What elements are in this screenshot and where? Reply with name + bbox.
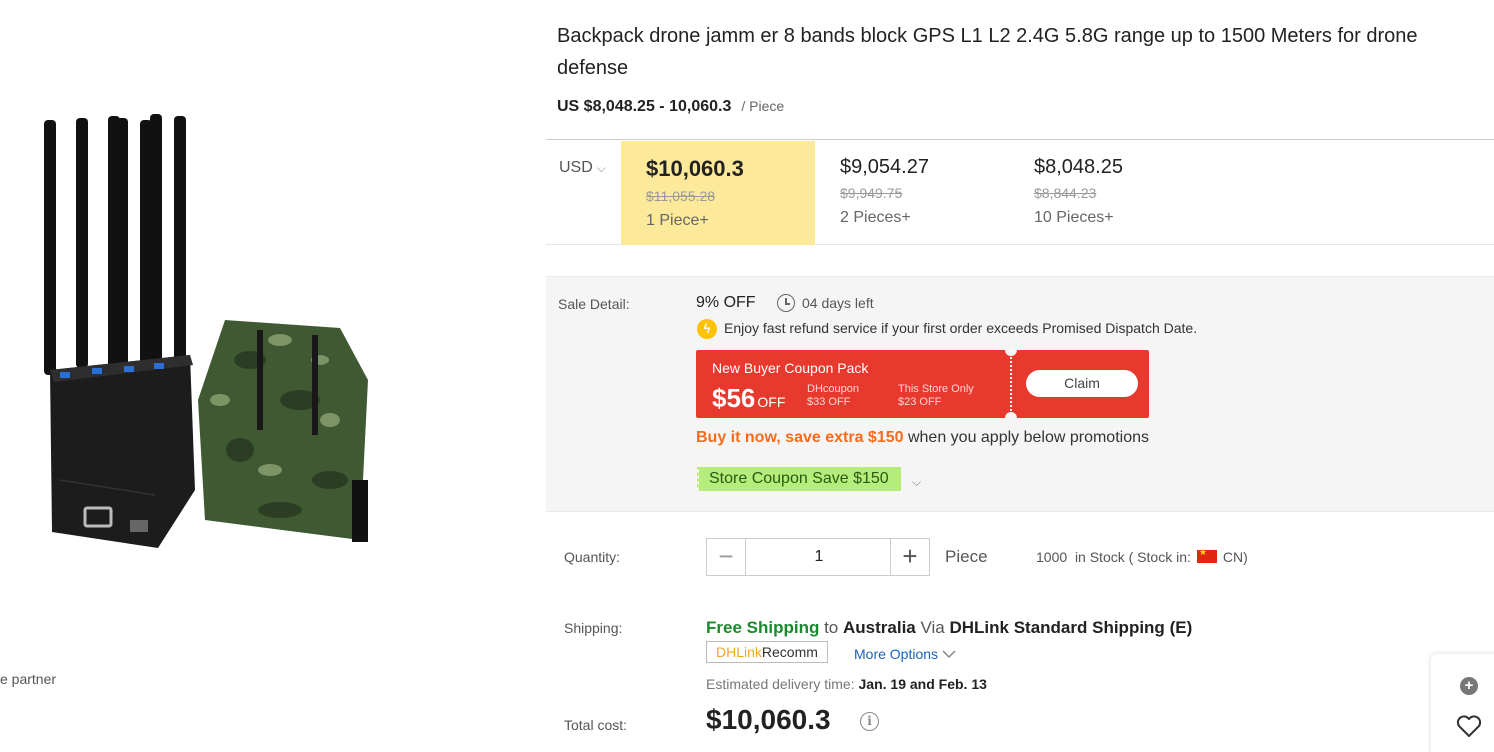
price-tier-table: USD ⌵ $10,060.3 $11,055.28 1 Piece+ $9,05… [546, 139, 1494, 245]
info-icon[interactable]: i [860, 712, 879, 731]
store-only-label: This Store Only [898, 383, 974, 395]
coupon-title: New Buyer Coupon Pack [712, 360, 869, 376]
shipping-country[interactable]: Australia [843, 618, 916, 637]
product-image[interactable] [30, 100, 390, 560]
stock-info: 1000 in Stock ( Stock in: CN) [1036, 547, 1248, 565]
more-options-link[interactable]: More Options [854, 646, 956, 662]
tier-quantity: 10 Pieces+ [1034, 209, 1114, 226]
chevron-down-icon: ⌵ [596, 161, 606, 175]
delivery-label: Estimated delivery time: [706, 676, 855, 692]
quantity-unit: Piece [945, 547, 988, 566]
dhlink-recomm-tag: DHLinkRecomm [706, 641, 828, 663]
coupon-amount: $56 OFF [712, 383, 785, 414]
coupon-off: OFF [757, 394, 786, 410]
shipping-to: to [824, 618, 839, 637]
promo-prefix: Buy it now, save extra [696, 429, 864, 446]
price-range: US $8,048.25 - 10,060.3 / Piece [557, 98, 784, 116]
tier-price: $9,054.27 [840, 156, 929, 178]
promo-amount: $150 [867, 429, 904, 446]
cn-flag-icon [1196, 547, 1217, 563]
promo-suffix: when you apply below promotions [907, 429, 1149, 446]
tag-rest: Recomm [761, 644, 818, 660]
dh-coupon-value: $33 OFF [807, 396, 851, 408]
coupon-divider [1010, 350, 1012, 418]
stock-count: 1000 [1036, 549, 1068, 565]
quantity-stepper: − + [706, 538, 930, 576]
total-cost-value: $10,060.3 [706, 704, 831, 735]
chevron-down-icon [942, 650, 956, 659]
tier-price: $8,048.25 [1034, 156, 1123, 178]
quantity-input[interactable] [747, 539, 891, 575]
tier-price: $10,060.3 [646, 156, 744, 181]
currency-label: USD [559, 159, 593, 176]
quantity-label: Quantity: [564, 549, 621, 565]
stock-text: in Stock ( Stock in: [1074, 549, 1191, 565]
total-cost-label: Total cost: [564, 717, 628, 733]
floating-action-panel: + [1431, 654, 1494, 752]
sale-detail-label: Sale Detail: [558, 296, 630, 312]
delivery-from: Jan. 19 [858, 676, 906, 692]
plus-circle-icon[interactable]: + [1460, 677, 1478, 695]
more-options-label: More Options [854, 646, 939, 662]
shipping-label: Shipping: [564, 620, 623, 636]
days-left: 04 days left [802, 295, 874, 311]
increase-button[interactable]: + [890, 539, 929, 575]
new-buyer-coupon: New Buyer Coupon Pack $56 OFF DHcoupon $3… [696, 344, 1149, 424]
decrease-button[interactable]: − [707, 539, 746, 575]
heart-icon[interactable] [1456, 714, 1482, 738]
shipping-code: (E) [1169, 618, 1193, 637]
delivery-and: and [909, 676, 935, 692]
coupon-notch [1005, 412, 1017, 424]
chevron-down-icon[interactable]: ⌵ [912, 475, 921, 490]
tier-1[interactable]: $10,060.3 $11,055.28 1 Piece+ [621, 141, 815, 245]
refund-notice: Enjoy fast refund service if your first … [724, 320, 1198, 336]
store-only-value: $23 OFF [898, 396, 942, 408]
shipping-method[interactable]: DHLink Standard Shipping [949, 618, 1164, 637]
tier-quantity: 2 Pieces+ [840, 209, 911, 226]
coupon-amount-value: $56 [712, 383, 756, 413]
currency-selector[interactable]: USD ⌵ [559, 159, 606, 177]
price-range-value: US $8,048.25 - 10,060.3 [557, 98, 732, 115]
dh-coupon-label: DHcoupon [807, 383, 859, 395]
shipping-line: Free Shipping to Australia Via DHLink St… [706, 618, 1192, 638]
clock-icon [777, 294, 795, 312]
delivery-estimate: Estimated delivery time: Jan. 19 and Feb… [706, 676, 987, 692]
price-unit: / Piece [741, 98, 785, 114]
sale-detail-panel: Sale Detail: 9% OFF 04 days left ϟ Enjoy… [546, 276, 1494, 512]
lightning-icon: ϟ [697, 319, 717, 339]
free-shipping: Free Shipping [706, 618, 820, 637]
tier-3[interactable]: $8,048.25 $8,844.23 10 Pieces+ [1009, 141, 1203, 245]
store-coupon-button[interactable]: Store Coupon Save $150 [695, 467, 903, 491]
product-title: Backpack drone jamm er 8 bands block GPS… [557, 25, 1418, 79]
tier-quantity: 1 Piece+ [646, 212, 709, 229]
promo-line: Buy it now, save extra $150 when you app… [696, 429, 1149, 447]
claim-button[interactable]: Claim [1026, 370, 1138, 397]
store-only-coupon: This Store Only $23 OFF [898, 383, 974, 409]
tier-original-price: $8,844.23 [1034, 185, 1097, 201]
discount-text: 9% OFF [696, 294, 756, 311]
tier-original-price: $9,949.75 [840, 185, 903, 201]
delivery-to: Feb. 13 [938, 676, 987, 692]
tag-orange: DHLink [716, 644, 762, 660]
shipping-via: Via [920, 618, 945, 637]
stock-country: CN) [1222, 549, 1248, 565]
tier-2[interactable]: $9,054.27 $9,949.75 2 Pieces+ [815, 141, 1009, 245]
dh-coupon: DHcoupon $33 OFF [807, 383, 859, 409]
tier-original-price: $11,055.28 [646, 188, 716, 204]
partner-text: e partner [0, 671, 57, 687]
